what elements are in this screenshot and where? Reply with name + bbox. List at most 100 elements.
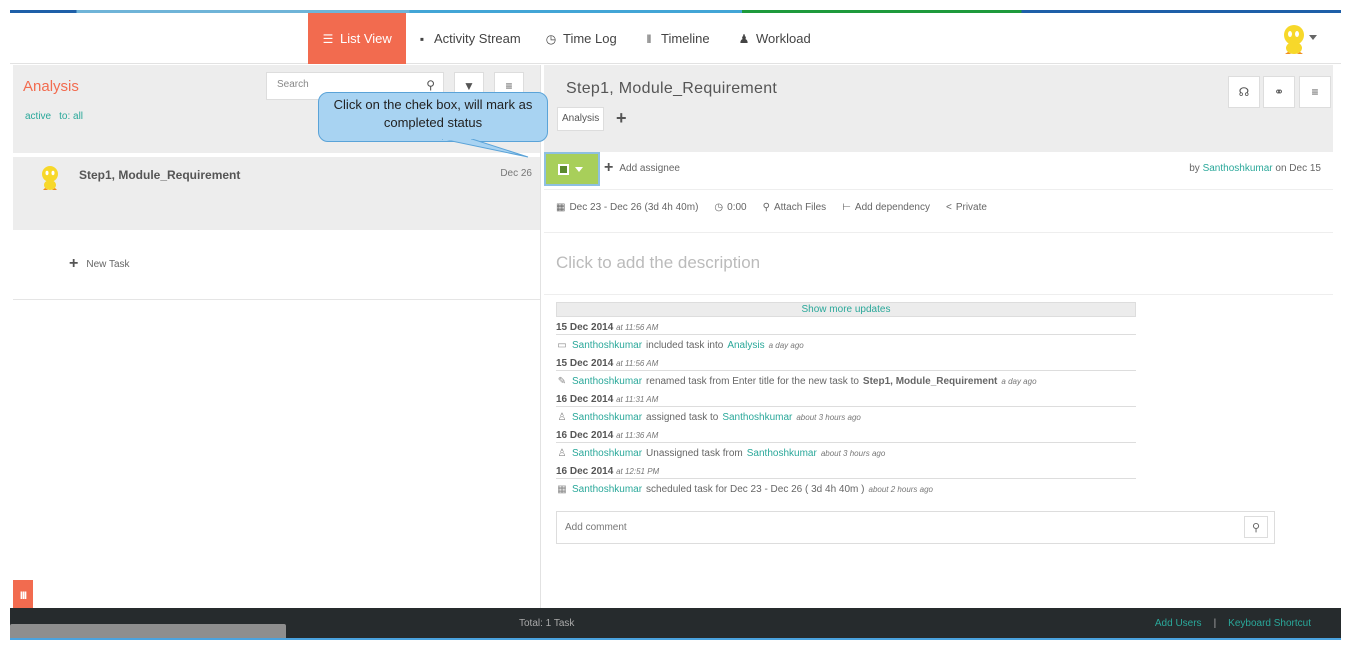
activity-user-link[interactable]: Santhoshkumar [572, 372, 642, 392]
chevron-down-icon[interactable] [1309, 35, 1317, 40]
menu-icon: ≡ [1311, 85, 1319, 99]
private-label: Private [955, 202, 987, 213]
filter-bar: active to: all [25, 111, 83, 122]
tab-time-log[interactable]: ◷ Time Log [545, 13, 617, 64]
time-value: 0:00 [727, 202, 747, 213]
app-frame: ☰ List View ▪ Activity Stream ◷ Time Log… [10, 10, 1341, 640]
tab-label: Activity Stream [434, 31, 521, 46]
search-placeholder: Search [277, 79, 309, 90]
activity-date: 15 Dec 2014 at 11:56 AM [556, 321, 1136, 335]
activity-text: Unassigned task from [646, 448, 743, 459]
rss-button[interactable]: ☊ [1228, 76, 1260, 108]
horizontal-scrollbar[interactable] [10, 624, 286, 638]
tab-label: Workload [756, 31, 811, 46]
checkbox-icon [558, 163, 569, 175]
time-log-button[interactable]: ◷ 0:00 [714, 202, 746, 213]
private-button[interactable]: < Private [946, 202, 987, 213]
total-count: Total: 1 Task [519, 618, 575, 629]
tab-timeline[interactable]: ‖ Timeline [643, 13, 710, 64]
creator-link[interactable]: Santhoshkumar [1203, 163, 1273, 174]
link-button[interactable]: ⚭ [1263, 76, 1295, 108]
tab-list-view[interactable]: ☰ List View [308, 13, 406, 64]
filter-assignee[interactable]: to: all [59, 111, 83, 122]
add-assignee-button[interactable]: + Add assignee [604, 159, 680, 176]
description-field[interactable]: Click to add the description [556, 253, 760, 273]
schedule-dates: Dec 23 - Dec 26 (3d 4h 40m) [569, 202, 699, 213]
activity-ago: about 3 hours ago [796, 413, 861, 422]
top-nav: ☰ List View ▪ Activity Stream ◷ Time Log… [10, 13, 1341, 64]
assign-row: + Add assignee by Santhoshkumar on Dec 1… [544, 152, 1333, 190]
filter-icon: ▼ [463, 79, 475, 93]
footer-links: Add Users | Keyboard Shortcut [1155, 618, 1311, 629]
project-title: Analysis [23, 78, 79, 95]
detail-menu-button[interactable]: ≡ [1299, 76, 1331, 108]
attach-label: Attach Files [773, 202, 827, 213]
add-users-link[interactable]: Add Users [1155, 618, 1202, 629]
tag-analysis[interactable]: Analysis [557, 107, 605, 131]
task-detail-panel: Step1, Module_Requirement Analysis + ☊ ⚭… [544, 65, 1333, 608]
link-icon: ⚭ [1273, 85, 1285, 99]
tab-activity-stream[interactable]: ▪ Activity Stream [416, 13, 521, 64]
activity-item: 15 Dec 2014 at 11:56 AM ▭ Santhoshkumar … [556, 321, 1136, 357]
chevron-down-icon[interactable] [575, 166, 583, 172]
activity-ago: about 3 hours ago [820, 449, 886, 458]
menu-icon: ≡ [505, 79, 513, 93]
schedule-button[interactable]: ▦ Dec 23 - Dec 26 (3d 4h 40m) [556, 202, 698, 213]
comment-icon: ▪ [419, 31, 425, 46]
new-task-button[interactable]: + New Task [69, 255, 130, 272]
bottom-stripe [10, 638, 1341, 640]
activity-line: ♙ Santhoshkumar Unassigned task from San… [556, 443, 1136, 465]
pencil-icon: ✎ [557, 376, 567, 387]
comment-input[interactable]: Add comment ⚲ [556, 511, 1275, 544]
add-tag-icon[interactable]: + [616, 108, 627, 129]
list-icon: ☰ [322, 31, 334, 46]
activity-user-link[interactable]: Santhoshkumar [572, 444, 642, 464]
activity-time: at 11:56 AM [616, 323, 659, 332]
add-assignee-label: Add assignee [619, 162, 680, 174]
activity-target-link[interactable]: Santhoshkumar [722, 408, 792, 428]
tab-workload[interactable]: ♟ Workload [738, 13, 811, 64]
by-prefix: by [1189, 163, 1200, 174]
clock-icon: ◷ [714, 202, 724, 213]
activity-user-link[interactable]: Santhoshkumar [572, 408, 642, 428]
attach-comment-button[interactable]: ⚲ [1244, 516, 1268, 538]
activity-line: ♙ Santhoshkumar assigned task to Santhos… [556, 407, 1136, 429]
clock-icon: ◷ [545, 31, 557, 46]
footer-bar: Total: 1 Task Add Users | Keyboard Short… [10, 608, 1341, 638]
task-title[interactable]: Step1, Module_Requirement [566, 80, 777, 98]
task-name[interactable]: Step1, Module_Requirement [79, 168, 240, 182]
filter-status[interactable]: active [25, 111, 51, 122]
activity-date: 16 Dec 2014 at 11:36 AM [556, 429, 1136, 443]
plus-icon: + [69, 255, 79, 272]
complete-checkbox[interactable] [544, 152, 600, 186]
task-row[interactable]: Step1, Module_Requirement Dec 26 [13, 157, 540, 230]
activity-date: 16 Dec 2014 at 11:31 AM [556, 393, 1136, 407]
keyboard-shortcut-link[interactable]: Keyboard Shortcut [1228, 618, 1311, 629]
assign-icon: ♙ [557, 448, 567, 459]
activity-item: 16 Dec 2014 at 11:36 AM ♙ Santhoshkumar … [556, 429, 1136, 465]
callout-pointer [442, 139, 529, 158]
divider [544, 232, 1333, 233]
activity-target-link[interactable]: Analysis [727, 336, 764, 356]
activity-user-link[interactable]: Santhoshkumar [572, 480, 642, 500]
user-avatar[interactable] [1279, 23, 1309, 55]
activity-ago: a day ago [1001, 377, 1037, 386]
rss-icon: ☊ [1238, 85, 1250, 99]
search-icon[interactable]: ⚲ [426, 78, 435, 92]
created-date: on Dec 15 [1275, 163, 1321, 174]
tab-label: Time Log [563, 31, 617, 46]
plus-icon: + [604, 159, 614, 176]
folder-icon: ▭ [557, 340, 567, 351]
attach-files-button[interactable]: ⚲ Attach Files [763, 202, 827, 213]
show-more-updates-button[interactable]: Show more updates [556, 302, 1136, 317]
task-detail-header: Step1, Module_Requirement Analysis + ☊ ⚭… [544, 65, 1333, 152]
activity-target-link[interactable]: Santhoshkumar [747, 444, 817, 464]
add-dependency-button[interactable]: ⊢ Add dependency [842, 202, 930, 213]
activity-user-link[interactable]: Santhoshkumar [572, 336, 642, 356]
comment-placeholder: Add comment [565, 522, 627, 533]
created-by: by Santhoshkumar on Dec 15 [1189, 163, 1321, 174]
paperclip-icon: ⚲ [1251, 521, 1261, 534]
activity-time: at 11:56 AM [616, 359, 659, 368]
activity-date: 15 Dec 2014 at 11:56 AM [556, 357, 1136, 371]
divider [544, 294, 1333, 295]
